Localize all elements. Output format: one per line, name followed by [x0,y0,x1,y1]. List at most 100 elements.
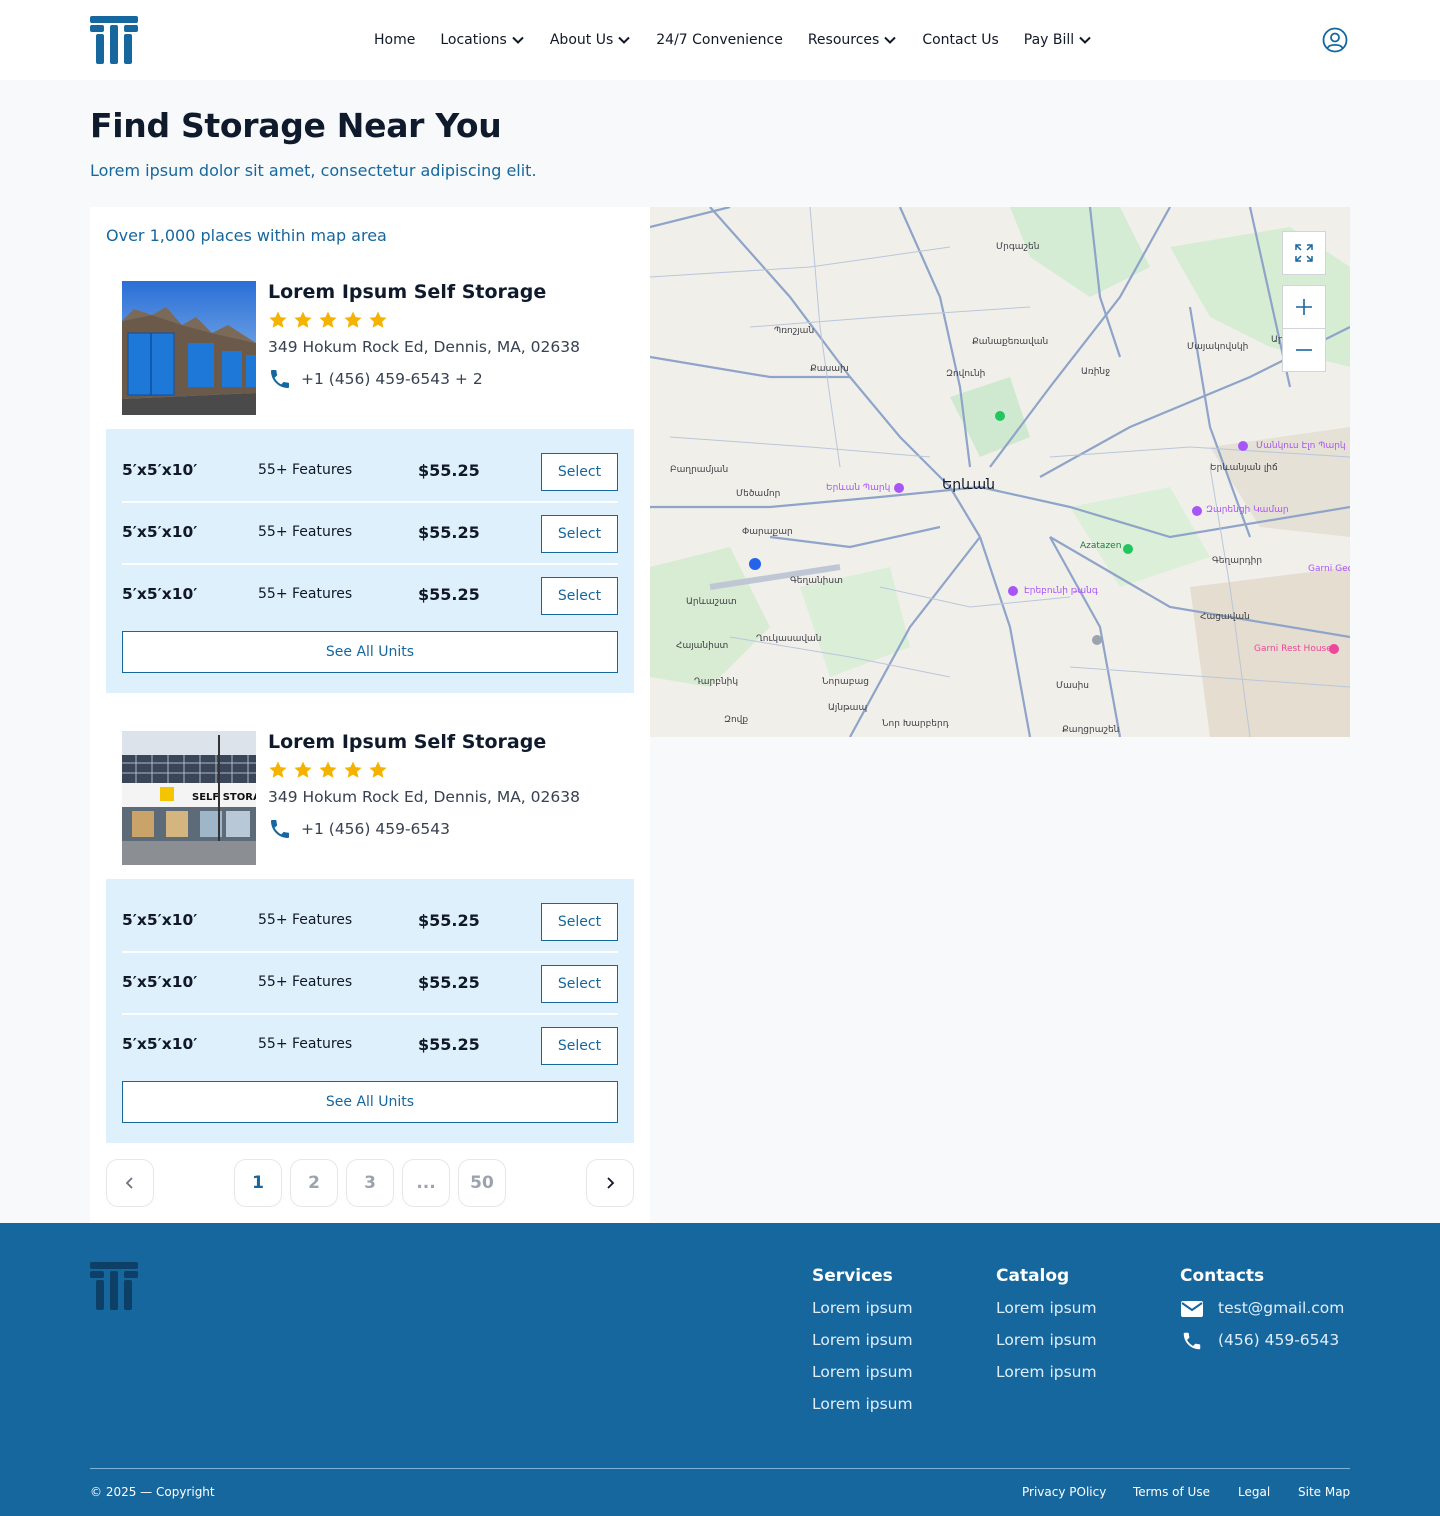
map-place-label: Զովք [724,715,749,725]
nav-contact-us[interactable]: Contact Us [922,32,998,48]
site-map-link[interactable]: Site Map [1298,1485,1350,1499]
page-button[interactable]: 50 [458,1159,506,1207]
brand-logo[interactable] [90,16,138,64]
select-unit-button[interactable]: Select [541,577,618,615]
nav-convenience[interactable]: 24/7 Convenience [656,32,783,48]
unit-price: $55.25 [418,523,480,542]
map-poi-label[interactable]: Երևան Պարկ [826,483,890,493]
map-place-label: Նոր Խարբերդ [882,719,949,729]
map-place-label: Պռոշյան [774,326,815,336]
see-all-units-button[interactable]: See All Units [122,1081,618,1123]
zoom-out-button[interactable] [1282,328,1326,372]
star-icon [294,311,312,328]
facility-photo[interactable]: SELF STORAG [122,731,256,865]
main-nav: Home Locations About Us 24/7 Convenience… [374,0,1117,80]
facility-address: 349 Hokum Rock Ed, Dennis, MA, 02638 [268,788,580,806]
select-unit-button[interactable]: Select [541,453,618,491]
footer-link[interactable]: Lorem ipsum [812,1362,913,1394]
map-place-label: Ղուկասավան [756,634,822,644]
phone-icon [1183,1332,1201,1350]
footer-heading: Services [812,1266,893,1286]
footer-catalog: Catalog Lorem ipsum Lorem ipsum Lorem ip… [996,1266,1097,1394]
expand-icon [1295,244,1313,262]
map-place-label: Փարաքար [742,527,793,537]
footer-link[interactable]: Lorem ipsum [996,1362,1097,1394]
select-unit-button[interactable]: Select [541,1027,618,1065]
legal-link[interactable]: Legal [1238,1485,1270,1499]
copyright-text: © 2025 — Copyright [90,1485,215,1499]
star-icon [344,311,362,328]
unit-row: 5′x5′x10′ 55+ Features $55.25 Select [122,565,618,627]
prev-page-button[interactable] [106,1159,154,1207]
nav-home[interactable]: Home [374,32,415,48]
nav-label: About Us [549,32,614,48]
unit-row: 5′x5′x10′ 55+ Features $55.25 Select [122,953,618,1015]
map-poi-label[interactable]: Էրեբունի թանգ [1024,586,1098,596]
footer-link[interactable]: Lorem ipsum [812,1330,913,1362]
footer-heading: Catalog [996,1266,1070,1286]
footer-logo[interactable] [90,1262,138,1310]
footer-link[interactable]: Lorem ipsum [996,1298,1097,1330]
map-place-label: Զովունի [946,369,986,379]
facility-name[interactable]: Lorem Ipsum Self Storage [268,281,546,303]
select-unit-button[interactable]: Select [541,903,618,941]
map-place-label: Այնթապ [828,703,868,713]
map-place-label: Դարբնիկ [694,677,739,687]
privacy-policy-link[interactable]: Privacy POlicy [1022,1485,1106,1499]
map-place-label: Հացավան [1200,612,1250,622]
star-icon [369,761,387,778]
footer-link[interactable]: Lorem ipsum [812,1394,913,1426]
page-button[interactable]: 3 [346,1159,394,1207]
results-panel: Over 1,000 places within map area Lorem … [90,207,650,1223]
footer-link[interactable]: Lorem ipsum [996,1330,1097,1362]
footer-link[interactable]: Lorem ipsum [812,1298,913,1330]
map-place-label: Քանաքեռավան [972,337,1049,347]
footer-phone-row[interactable]: (456) 459-6543 [1180,1330,1344,1362]
unit-price: $55.25 [418,461,480,480]
chevron-right-icon [607,1177,615,1189]
facility-photo[interactable] [122,281,256,415]
nav-label: Pay Bill [1023,32,1075,48]
results-map[interactable]: Երևան Մրգաշեն Քանաքեռավան Պռոշյան Քասախ … [650,207,1350,737]
zoom-in-button[interactable] [1282,285,1326,329]
facility-phone-row[interactable]: +1 (456) 459-6543 + 2 [268,367,483,391]
map-place-label: Մայակովսկի [1187,342,1249,352]
map-city-label: Երևան [942,477,995,493]
map-place-label: Քասախ [810,364,849,374]
page-button[interactable]: 1 [234,1159,282,1207]
map-poi-label[interactable]: Զարենցի Կամար [1206,505,1289,515]
nav-locations[interactable]: Locations [440,32,525,48]
user-circle-icon[interactable] [1322,27,1348,53]
nav-about-us[interactable]: About Us [550,32,631,48]
plus-icon [1296,299,1312,315]
units-table: 5′x5′x10′ 55+ Features $55.25 Select 5′x… [106,879,634,1143]
pagination: 1 2 3 ... 50 [106,1159,634,1207]
nav-label: Resources [807,32,880,48]
facility-phone-row[interactable]: +1 (456) 459-6543 [268,817,450,841]
fullscreen-button[interactable] [1282,231,1326,275]
map-place-label: Նորաբաց [822,677,869,687]
facility-name[interactable]: Lorem Ipsum Self Storage [268,731,546,753]
next-page-button[interactable] [586,1159,634,1207]
map-poi-label[interactable]: Մանկուս Էլո Պարկ [1256,441,1346,451]
map-place-label: Արևաշատ [686,597,737,607]
footer-email-row[interactable]: test@gmail.com [1180,1298,1344,1330]
map-place-label: Մասիս [1056,681,1090,691]
page-ellipsis[interactable]: ... [402,1159,450,1207]
select-unit-button[interactable]: Select [541,965,618,1003]
select-unit-button[interactable]: Select [541,515,618,553]
nav-resources[interactable]: Resources [808,32,898,48]
map-poi-label[interactable]: Garni Rest House [1254,644,1332,654]
map-place-label: Երևանյան լիճ [1210,463,1278,473]
map-poi-label[interactable]: Azatazen [1080,541,1121,551]
see-all-units-button[interactable]: See All Units [122,631,618,673]
terms-link[interactable]: Terms of Use [1133,1485,1210,1499]
map-place-label: Հայանիստ [676,641,729,651]
nav-pay-bill[interactable]: Pay Bill [1024,32,1092,48]
rating-stars [268,310,393,330]
page-button[interactable]: 2 [290,1159,338,1207]
map-poi-label[interactable]: Garni Geop Obs [1308,564,1350,574]
rating-stars [268,760,393,780]
nav-label: Contact Us [922,32,999,48]
page-title: Find Storage Near You [90,106,502,145]
